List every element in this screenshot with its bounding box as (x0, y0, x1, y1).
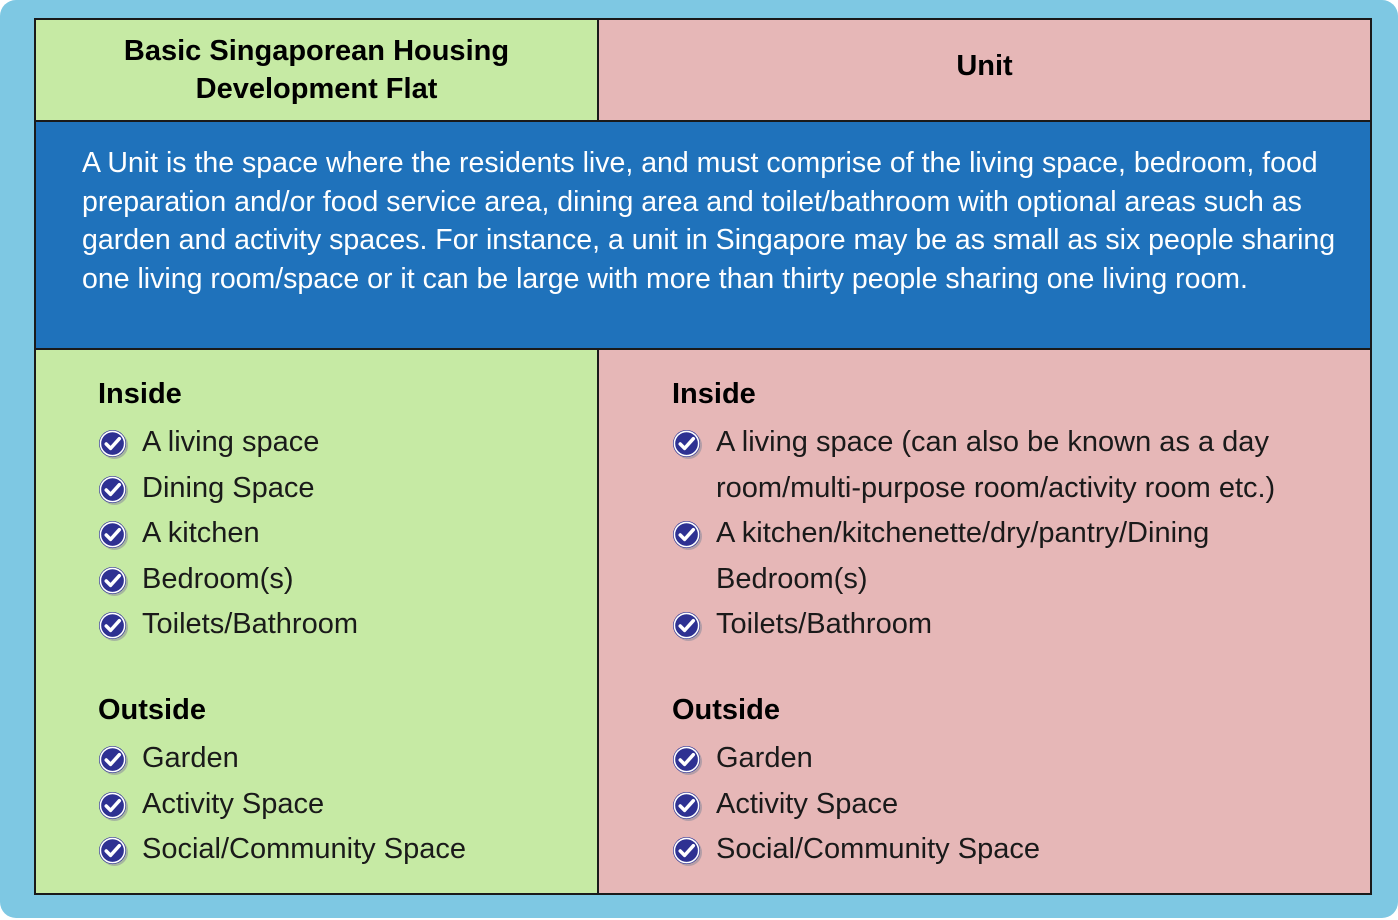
list-item-label: Activity Space (716, 787, 899, 820)
comparison-table: Basic Singaporean Housing Development Fl… (34, 18, 1372, 895)
list-item: Social/Community Space (672, 827, 1040, 873)
left-outside-list: Garden Activity Space Social/Community S… (98, 736, 466, 873)
list-item: A living space (can also be known as a d… (672, 420, 1352, 511)
right-inside-list: A living space (can also be known as a d… (672, 420, 1352, 648)
check-circle-icon (98, 745, 129, 776)
check-circle-icon (98, 611, 129, 642)
check-circle-icon (672, 836, 703, 867)
list-item-label: A living space (142, 426, 320, 458)
list-item-label: Bedroom(s) (142, 562, 294, 595)
check-circle-icon (98, 566, 129, 596)
right-outside-title: Outside (672, 694, 780, 726)
left-inside-list: A living space Dining Space A kitchen Be… (98, 420, 358, 648)
list-item: Bedroom(s) (98, 557, 358, 603)
list-item: Toilets/Bathroom (672, 602, 1352, 648)
check-circle-icon (98, 520, 129, 551)
left-inside-section: Inside A living space Dining Space A kit… (98, 376, 358, 648)
check-circle-icon (672, 611, 703, 642)
right-inside-section: Inside A living space (can also be known… (672, 376, 1352, 648)
list-item: Garden (672, 736, 1040, 782)
list-item: Garden (98, 736, 466, 782)
list-item-label: A kitchen/kitchenette/dry/pantry/Dining … (716, 517, 1210, 595)
description-band: A Unit is the space where the residents … (36, 120, 1370, 350)
list-item-label: Dining Space (142, 471, 315, 504)
right-outside-section: Outside Garden Activity Space Social/Com… (672, 692, 1040, 873)
left-outside-title: Outside (98, 694, 206, 726)
header-left-title: Basic Singaporean Housing Development Fl… (123, 35, 510, 105)
check-circle-icon (98, 836, 129, 867)
check-circle-icon (98, 475, 129, 505)
check-circle-icon (672, 745, 703, 776)
description-text: A Unit is the space where the residents … (82, 147, 1336, 295)
list-item: Social/Community Space (98, 827, 466, 873)
list-item: Activity Space (98, 782, 466, 828)
list-item: Toilets/Bathroom (98, 602, 358, 648)
check-circle-icon (98, 791, 129, 821)
list-item: Dining Space (98, 466, 358, 512)
check-circle-icon (672, 520, 703, 551)
right-inside-title: Inside (672, 378, 756, 410)
list-item-label: Toilets/Bathroom (716, 608, 932, 640)
list-item-label: Social/Community Space (716, 833, 1040, 865)
left-inside-title: Inside (98, 378, 182, 410)
header-right-cell: Unit (599, 20, 1370, 120)
list-item-label: Social/Community Space (142, 833, 466, 865)
list-item-label: Garden (142, 742, 239, 774)
list-item: Activity Space (672, 782, 1040, 828)
left-column: Inside A living space Dining Space A kit… (36, 350, 599, 893)
header-left-cell: Basic Singaporean Housing Development Fl… (36, 20, 599, 120)
slide-frame: Basic Singaporean Housing Development Fl… (0, 0, 1398, 918)
list-item: A kitchen/kitchenette/dry/pantry/Dining … (672, 511, 1352, 602)
list-item: A kitchen (98, 511, 358, 557)
right-outside-list: Garden Activity Space Social/Community S… (672, 736, 1040, 873)
list-item: A living space (98, 420, 358, 466)
header-right-title: Unit (956, 50, 1013, 82)
list-item-label: A kitchen (142, 517, 260, 549)
right-column: Inside A living space (can also be known… (599, 350, 1370, 893)
check-circle-icon (672, 429, 703, 460)
list-item-label: Toilets/Bathroom (142, 608, 358, 640)
check-circle-icon (98, 429, 129, 460)
list-item-label: Activity Space (142, 787, 325, 820)
list-item-label: A living space (can also be known as a d… (716, 426, 1276, 504)
list-item-label: Garden (716, 742, 813, 774)
left-outside-section: Outside Garden Activity Space Social/Com… (98, 692, 466, 873)
check-circle-icon (672, 791, 703, 821)
